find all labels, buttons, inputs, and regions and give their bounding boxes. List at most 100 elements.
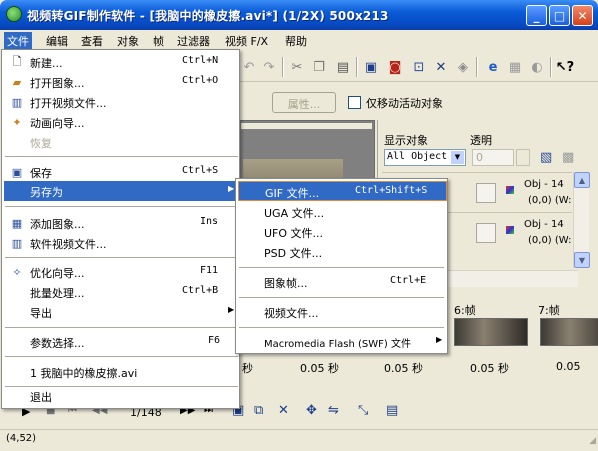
hat-icon[interactable]: ◐ [528,58,546,76]
crop-icon[interactable]: ▣ [362,58,380,76]
menu-separator [239,267,444,268]
menu-item-new[interactable]: 🗋 新建... Ctrl+N [4,52,237,72]
save-as-submenu: GIF 文件... Ctrl+Shift+S UGA 文件... UFO 文件.… [235,178,448,354]
open-image-icon: ▰ [12,75,22,89]
menu-item-open-image[interactable]: ▰ 打开图象... Ctrl+O [4,72,237,92]
menu-item-exit[interactable]: 退出 [4,386,237,406]
menu-item-save[interactable]: ▣ 保存 Ctrl+S [4,162,237,182]
menu-item-animation-wizard[interactable]: ✦ 动画向导... [4,112,237,132]
menu-item-export[interactable]: 导出 ▶ [4,302,237,322]
menu-frame[interactable]: 帧 [150,32,167,49]
menu-separator [5,156,238,157]
delete-object-icon[interactable]: ▩ [562,150,574,165]
menu-item-psd-file[interactable]: PSD 文件... [238,242,447,262]
file-menu: 🗋 新建... Ctrl+N ▰ 打开图象... Ctrl+O ▥ 打开视频文件… [1,49,240,409]
status-bar: (4,52) ◢ [0,429,598,451]
scroll-down-icon[interactable]: ▼ [574,252,590,268]
redo-icon[interactable]: ↷ [260,58,278,76]
optimize-icon: ✧ [12,265,22,279]
close-button[interactable]: ✕ [572,5,593,26]
crosshair-icon[interactable]: ✕ [432,58,450,76]
menu-view[interactable]: 查看 [78,32,106,49]
duplicate-frame-icon[interactable]: ⧉ [254,403,263,418]
app-icon[interactable] [6,6,22,22]
frame-delay: 0.05 秒 [470,362,509,375]
color-icon [506,226,514,234]
object-position: (0,0) (W: [528,235,572,246]
move-active-only-checkbox[interactable] [348,96,361,109]
resize-frame-icon[interactable]: ⤡ [358,403,368,418]
menu-item-gif-file[interactable]: GIF 文件... Ctrl+Shift+S [238,181,447,201]
menu-video-fx[interactable]: 视频 F/X [222,32,271,49]
cut-icon[interactable]: ✂ [288,58,306,76]
menu-edit[interactable]: 编辑 [43,32,71,49]
new-file-icon: 🗋 [12,54,22,68]
object-filter-select[interactable]: All Object ▼ [384,149,466,166]
transparency-stepper[interactable] [516,149,530,166]
image-icon[interactable]: ◙ [386,58,404,76]
menu-item-preferences[interactable]: 参数选择... F6 [4,332,237,352]
menu-filter[interactable]: 过滤器 [174,32,213,49]
menu-item-flash-swf[interactable]: Macromedia Flash (SWF) 文件 ▶ [238,332,447,352]
menu-separator [239,297,444,298]
menu-item-uga-file[interactable]: UGA 文件... [238,202,447,222]
menu-item-open-video[interactable]: ▥ 打开视频文件... [4,92,237,112]
delete-frame-icon[interactable]: ✕ [278,403,289,418]
help-cursor-icon[interactable]: ↖? [556,58,574,76]
undo-icon[interactable]: ↶ [240,58,258,76]
maximize-button[interactable]: □ [549,5,570,26]
properties-button[interactable]: 属性... [272,92,336,113]
copy-icon[interactable]: ❐ [310,58,328,76]
transparency-label: 透明 [470,134,492,147]
cursor-coordinates: (4,52) [6,433,37,444]
wizard-icon: ✦ [12,115,22,129]
menu-item-image-frames[interactable]: 图象帧... Ctrl+E [238,272,447,292]
toolbar-separator [282,57,284,77]
properties-frame-icon[interactable]: ▤ [386,403,398,418]
effects-icon[interactable]: ▦ [506,58,524,76]
object-mask-thumbnail [476,183,496,203]
paste-icon[interactable]: ▤ [334,58,352,76]
menu-item-ufo-file[interactable]: UFO 文件... [238,222,447,242]
move-active-only-label: 仅移动活动对象 [366,97,443,110]
toolbar-separator [476,57,478,77]
objects-scrollbar[interactable]: ▲ ▼ [573,172,590,268]
toolbar-separator [356,57,358,77]
add-image-icon: ▦ [11,216,23,230]
video-file-icon: ▥ [11,236,23,250]
object-position: (0,0) (W: [528,195,572,206]
reverse-frame-icon[interactable]: ⇋ [328,403,339,418]
scroll-up-icon[interactable]: ▲ [574,172,590,188]
new-object-icon[interactable]: ▧ [540,150,552,165]
menu-item-optimize-wizard[interactable]: ✧ 优化向导... F11 [4,262,237,282]
menu-item-video-file[interactable]: ▥ 软件视频文件... [4,233,237,253]
transparency-spinner[interactable]: 0 [472,149,514,166]
color-icon [506,186,514,194]
resize-grip-icon[interactable]: ◢ [589,436,596,446]
menu-file[interactable]: 文件 [4,32,32,49]
window-title: 视频转GIF制作软件 - [我脑中的橡皮擦.avi*] (1/2X) 500x2… [27,9,389,23]
menu-item-add-image[interactable]: ▦ 添加图象... Ins [4,213,237,233]
menu-item-video-file-export[interactable]: 视频文件... [238,302,447,322]
save-icon: ▣ [11,165,23,179]
menu-object[interactable]: 对象 [114,32,142,49]
frame-delay: 0.05 [556,360,581,373]
frame-thumbnail[interactable] [454,318,528,346]
menu-separator [5,327,238,328]
flip-icon[interactable]: ◈ [454,58,472,76]
object-filter-value: All Object [387,151,448,162]
resize-icon[interactable]: ⊡ [410,58,428,76]
ie-icon[interactable]: e [484,58,502,76]
menu-item-recent-file[interactable]: 1 我脑中的橡皮擦.avi [4,362,237,382]
submenu-arrow-icon: ▶ [228,305,235,314]
move-frame-icon[interactable]: ✥ [306,403,317,418]
menu-help[interactable]: 帮助 [282,32,310,49]
display-objects-label: 显示对象 [384,134,428,147]
open-video-icon: ▥ [11,95,23,109]
frame-thumbnail[interactable] [540,318,598,346]
transparency-value: 0 [476,151,483,164]
menu-item-batch[interactable]: 批量处理... Ctrl+B [4,282,237,302]
menu-item-save-as[interactable]: 另存为 ▶ [4,181,237,201]
frame-label: 7:帧 [538,304,560,317]
minimize-button[interactable]: _ [526,5,547,26]
